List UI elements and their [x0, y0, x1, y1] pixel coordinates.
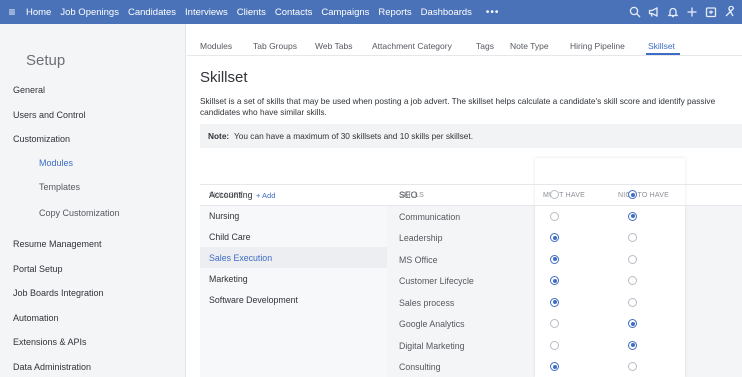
- skill-row: Leadership: [387, 227, 742, 249]
- nice-to-have-radio[interactable]: [628, 254, 637, 264]
- tab-tags[interactable]: Tags: [476, 41, 494, 51]
- skillset-label: Accounting: [209, 190, 253, 200]
- more-menu[interactable]: •••: [486, 7, 500, 18]
- nav-interviews[interactable]: Interviews: [185, 7, 228, 18]
- tab-tab-groups[interactable]: Tab Groups: [253, 41, 297, 51]
- sidebar-item-users-and-control[interactable]: Users and Control: [13, 110, 86, 120]
- plus-icon[interactable]: [686, 6, 698, 18]
- top-nav-bar: ≡ Home Job Openings Candidates Interview…: [0, 0, 742, 24]
- nice-to-have-radio[interactable]: [628, 211, 637, 221]
- must-have-radio[interactable]: [550, 276, 559, 285]
- tab-web-tabs[interactable]: Web Tabs: [315, 41, 353, 51]
- skill-row: MS Office: [387, 249, 742, 271]
- skillset-row-software-development[interactable]: Software Development: [200, 289, 387, 310]
- nav-clients[interactable]: Clients: [237, 7, 266, 18]
- skillset-label: Sales Execution: [209, 253, 273, 263]
- nice-to-have-radio[interactable]: [628, 319, 637, 328]
- top-nav-actions: [629, 0, 736, 24]
- skill-row: SEO: [387, 184, 742, 206]
- sidebar-item-general[interactable]: General: [13, 85, 45, 95]
- calendar-icon[interactable]: [705, 6, 717, 18]
- sidebar-item-customization[interactable]: Customization: [13, 134, 70, 144]
- skill-name: Sales process: [399, 297, 455, 308]
- active-tab-indicator: [646, 53, 680, 55]
- must-have-radio[interactable]: [550, 319, 559, 328]
- skillset-row-nursing[interactable]: Nursing: [200, 205, 387, 226]
- nav-job-openings[interactable]: Job Openings: [60, 7, 119, 18]
- must-have-radio[interactable]: [550, 340, 559, 350]
- nav-dashboards[interactable]: Dashboards: [421, 7, 472, 18]
- skillset-label: Child Care: [209, 232, 251, 242]
- skill-name: Digital Marketing: [399, 340, 465, 351]
- customization-tabs: Modules Tab Groups Web Tabs Attachment C…: [187, 24, 742, 56]
- nice-to-have-radio[interactable]: [628, 362, 637, 371]
- page-title: Skillset: [200, 69, 248, 86]
- skill-name: SEO: [399, 190, 418, 200]
- main-content: Modules Tab Groups Web Tabs Attachment C…: [187, 24, 742, 377]
- tab-modules[interactable]: Modules: [200, 41, 232, 51]
- skillset-row-sales-execution[interactable]: Sales Execution: [200, 247, 387, 268]
- page-description: Skillset is a set of skills that may be …: [200, 96, 716, 117]
- nice-to-have-radio[interactable]: [628, 297, 637, 307]
- sidebar-item-resume-management[interactable]: Resume Management: [13, 239, 102, 249]
- nav-contacts[interactable]: Contacts: [275, 7, 313, 18]
- hamburger-menu-icon[interactable]: ≡: [2, 5, 22, 19]
- nav-reports[interactable]: Reports: [378, 7, 411, 18]
- must-have-radio[interactable]: [550, 190, 559, 199]
- tab-skillset[interactable]: Skillset: [648, 41, 675, 51]
- bell-icon[interactable]: [667, 6, 679, 18]
- skill-name: Leadership: [399, 233, 443, 243]
- skill-row: Digital Marketing: [387, 335, 742, 357]
- sidebar-item-modules[interactable]: Modules: [39, 158, 73, 168]
- sidebar-item-extensions-apis[interactable]: Extensions & APIs: [13, 337, 87, 347]
- nav-candidates[interactable]: Candidates: [128, 7, 176, 18]
- nav-campaigns[interactable]: Campaigns: [321, 7, 369, 18]
- sidebar-item-portal-setup[interactable]: Portal Setup: [13, 264, 63, 274]
- nice-to-have-radio[interactable]: [628, 276, 637, 285]
- skill-name: Communication: [399, 211, 461, 222]
- skillset-label: Marketing: [209, 274, 248, 284]
- setup-sidebar: Setup General Users and Control Customiz…: [0, 24, 186, 377]
- skill-row: Sales process: [387, 292, 742, 314]
- note-label: Note:: [208, 131, 230, 141]
- tab-note-type[interactable]: Note Type: [510, 41, 549, 51]
- skillset-row-marketing[interactable]: Marketing: [200, 268, 387, 289]
- must-have-radio[interactable]: [550, 211, 559, 221]
- must-have-radio[interactable]: [550, 254, 559, 264]
- sidebar-item-copy-customization[interactable]: Copy Customization: [39, 208, 120, 218]
- tab-hiring-pipeline[interactable]: Hiring Pipeline: [570, 41, 625, 51]
- nice-to-have-radio[interactable]: [628, 233, 637, 242]
- setup-title: Setup: [26, 52, 66, 69]
- sidebar-item-job-boards-integration[interactable]: Job Boards Integration: [13, 288, 104, 298]
- skill-row: Google Analytics: [387, 313, 742, 335]
- sidebar-item-templates[interactable]: Templates: [39, 182, 80, 192]
- skill-name: MS Office: [399, 254, 438, 265]
- skill-name: Consulting: [399, 362, 441, 372]
- note-box: Note: You can have a maximum of 30 skill…: [200, 124, 742, 148]
- skillset-row-child-care[interactable]: Child Care: [200, 226, 387, 247]
- settings-icon[interactable]: [724, 6, 736, 18]
- skill-row: Customer Lifecycle: [387, 270, 742, 292]
- tab-attachment-category[interactable]: Attachment Category: [372, 41, 452, 51]
- skill-name: Google Analytics: [399, 319, 465, 329]
- nav-home[interactable]: Home: [26, 7, 51, 18]
- note-text: You can have a maximum of 30 skillsets a…: [234, 131, 474, 141]
- megaphone-icon[interactable]: [648, 6, 660, 18]
- skillset-label: Software Development: [209, 295, 298, 305]
- nice-to-have-radio[interactable]: [628, 190, 637, 199]
- skill-name: Customer Lifecycle: [399, 276, 474, 286]
- sidebar-item-data-administration[interactable]: Data Administration: [13, 362, 91, 372]
- skill-row: Communication: [387, 206, 742, 228]
- search-icon[interactable]: [629, 6, 641, 18]
- sidebar-item-automation[interactable]: Automation: [13, 313, 59, 323]
- nice-to-have-radio[interactable]: [628, 340, 637, 350]
- skillset-label: Nursing: [209, 211, 240, 221]
- skillset-row-accounting[interactable]: Accounting: [200, 184, 387, 205]
- must-have-radio[interactable]: [550, 233, 559, 242]
- must-have-radio[interactable]: [550, 362, 559, 371]
- must-have-radio[interactable]: [550, 297, 559, 307]
- skill-row: Consulting: [387, 356, 742, 377]
